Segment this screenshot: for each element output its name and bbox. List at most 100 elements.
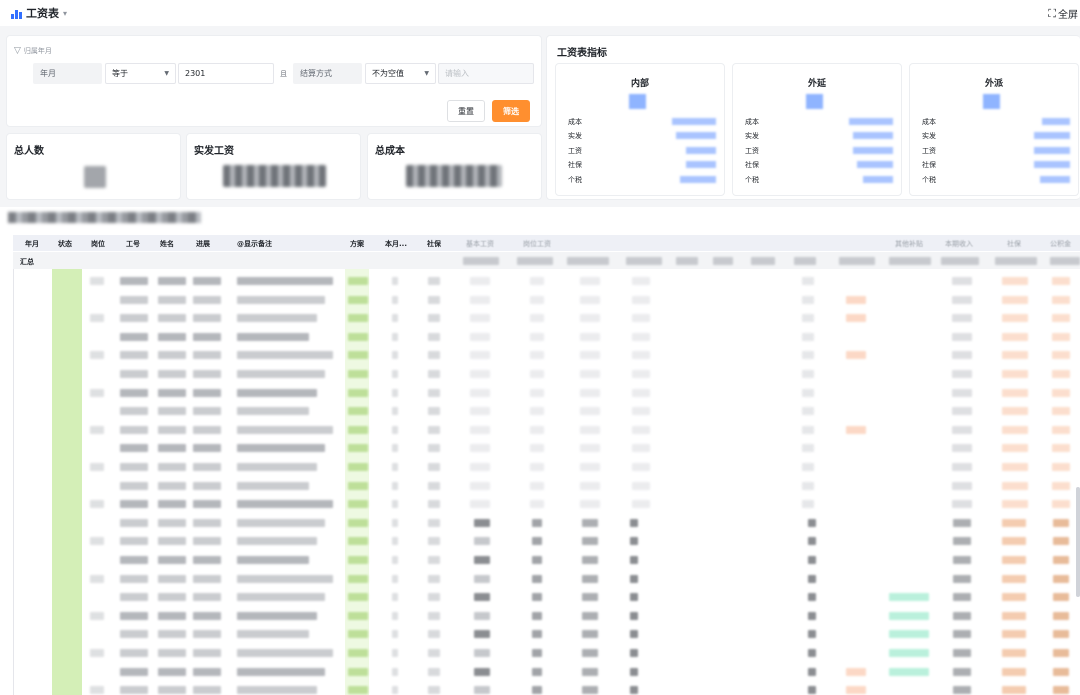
redacted-cell bbox=[630, 518, 638, 527]
redacted-cell bbox=[582, 537, 598, 546]
redacted-cell bbox=[953, 649, 971, 657]
redacted-cell bbox=[428, 518, 440, 527]
column-header[interactable]: 社保 bbox=[1007, 239, 1021, 249]
redacted-cell bbox=[582, 667, 598, 676]
filter-value-1[interactable]: 2301 bbox=[178, 63, 274, 84]
column-header[interactable]: 本期收入 bbox=[945, 239, 973, 249]
redacted-cell bbox=[158, 593, 186, 602]
redacted-cell bbox=[158, 630, 186, 639]
redacted-cell bbox=[952, 351, 972, 360]
redacted-cell bbox=[1053, 537, 1069, 546]
column-header[interactable]: 岗位工资 bbox=[523, 239, 551, 249]
redacted-cell bbox=[1050, 257, 1080, 265]
redacted-cell bbox=[580, 277, 600, 285]
redacted-cell bbox=[193, 314, 221, 323]
apply-filter-button[interactable]: 筛选 bbox=[492, 100, 530, 122]
redacted-cell bbox=[470, 500, 490, 509]
expand-icon: ⛶ bbox=[1048, 6, 1056, 20]
redacted-cell bbox=[630, 611, 638, 620]
redacted-cell bbox=[237, 332, 309, 341]
chevron-down-icon[interactable]: ▾ bbox=[63, 9, 67, 18]
redacted-cell bbox=[470, 388, 490, 397]
redacted-cell bbox=[1002, 481, 1028, 490]
redacted-cell bbox=[582, 574, 598, 583]
column-header[interactable]: 姓名 bbox=[160, 239, 174, 249]
redacted-cell bbox=[1002, 370, 1028, 378]
redacted-cell bbox=[237, 556, 309, 564]
filter-operator-1[interactable]: 等于 ▼ bbox=[105, 63, 176, 84]
column-header[interactable]: 本月... bbox=[385, 239, 407, 249]
column-header[interactable]: @显示备注 bbox=[237, 239, 272, 249]
redacted-cell bbox=[794, 257, 816, 265]
column-header[interactable]: 年月 bbox=[25, 239, 39, 249]
filter-field-2[interactable]: 结算方式 bbox=[293, 63, 362, 84]
redacted-cell bbox=[580, 388, 600, 397]
metric-value-redacted bbox=[406, 165, 502, 187]
column-header[interactable]: 状态 bbox=[58, 239, 72, 249]
redacted-cell bbox=[889, 611, 929, 620]
redacted-cell bbox=[530, 277, 544, 285]
redacted-cell bbox=[90, 425, 104, 434]
redacted-cell bbox=[1002, 667, 1026, 676]
column-header[interactable]: 工号 bbox=[126, 239, 140, 249]
redacted-cell bbox=[532, 518, 542, 527]
column-header[interactable]: 岗位 bbox=[91, 239, 105, 249]
redacted-cell bbox=[1052, 463, 1070, 471]
chevron-down-icon: ▼ bbox=[424, 70, 429, 77]
redacted-cell bbox=[474, 649, 490, 657]
column-header[interactable]: 社保 bbox=[427, 239, 441, 249]
vertical-scrollbar[interactable] bbox=[1076, 487, 1080, 597]
redacted-cell bbox=[463, 257, 499, 265]
filter-value-2-input[interactable]: 请输入 bbox=[438, 63, 534, 84]
column-header[interactable]: 基本工资 bbox=[466, 239, 494, 249]
redacted-cell bbox=[120, 277, 148, 285]
redacted-cell bbox=[580, 463, 600, 471]
redacted-cell bbox=[428, 407, 440, 416]
redacted-cell bbox=[348, 574, 368, 583]
redacted-cell bbox=[839, 257, 875, 265]
fullscreen-button[interactable]: ⛶ 全屏 bbox=[1048, 6, 1078, 22]
redacted-cell bbox=[193, 630, 221, 639]
redacted-cell bbox=[237, 593, 325, 602]
redacted-cell bbox=[90, 686, 104, 695]
redacted-cell bbox=[846, 425, 866, 434]
column-header[interactable]: 其他补贴 bbox=[895, 239, 923, 249]
redacted-cell bbox=[193, 574, 221, 583]
redacted-cell bbox=[193, 556, 221, 564]
chart-icon bbox=[11, 8, 22, 19]
redacted-cell bbox=[1053, 686, 1069, 695]
column-header[interactable]: 方案 bbox=[350, 239, 364, 249]
redacted-cell bbox=[952, 332, 972, 341]
payroll-indicators-panel: 工资表指标 内部 成本 实发 工资 社保 个税 外延 成本 实发 工资 社保 个… bbox=[546, 35, 1080, 200]
redacted-cell bbox=[158, 351, 186, 360]
redacted-cell bbox=[1002, 332, 1028, 341]
redacted-cell bbox=[952, 407, 972, 416]
redacted-cell bbox=[470, 481, 490, 490]
redacted-cell bbox=[530, 444, 544, 453]
column-header[interactable]: 进展 bbox=[196, 239, 210, 249]
redacted-cell bbox=[474, 537, 490, 546]
redacted-cell bbox=[392, 649, 398, 657]
filter-field-1[interactable]: 年月 bbox=[33, 63, 102, 84]
redacted-cell bbox=[237, 444, 325, 453]
redacted-cell bbox=[1002, 686, 1026, 695]
redacted-cell bbox=[582, 556, 598, 564]
redacted-cell bbox=[120, 667, 148, 676]
redacted-cell bbox=[90, 649, 104, 657]
redacted-cell bbox=[237, 630, 309, 639]
redacted-cell bbox=[1052, 351, 1070, 360]
redacted-cell bbox=[348, 351, 368, 360]
redacted-cell bbox=[120, 649, 148, 657]
redacted-cell bbox=[474, 686, 490, 695]
redacted-cell bbox=[582, 611, 598, 620]
filter-operator-2[interactable]: 不为空值 ▼ bbox=[365, 63, 436, 84]
redacted-cell bbox=[580, 332, 600, 341]
redacted-cell bbox=[237, 370, 325, 378]
redacted-cell bbox=[120, 463, 148, 471]
column-header[interactable]: 公积金 bbox=[1050, 239, 1071, 249]
redacted-cell bbox=[158, 314, 186, 323]
top-bar: 工资表 ▾ ⛶ 全屏 bbox=[0, 0, 1080, 26]
metric-net-pay: 实发工资 bbox=[186, 133, 361, 200]
reset-button[interactable]: 重置 bbox=[447, 100, 485, 122]
redacted-cell bbox=[348, 537, 368, 546]
